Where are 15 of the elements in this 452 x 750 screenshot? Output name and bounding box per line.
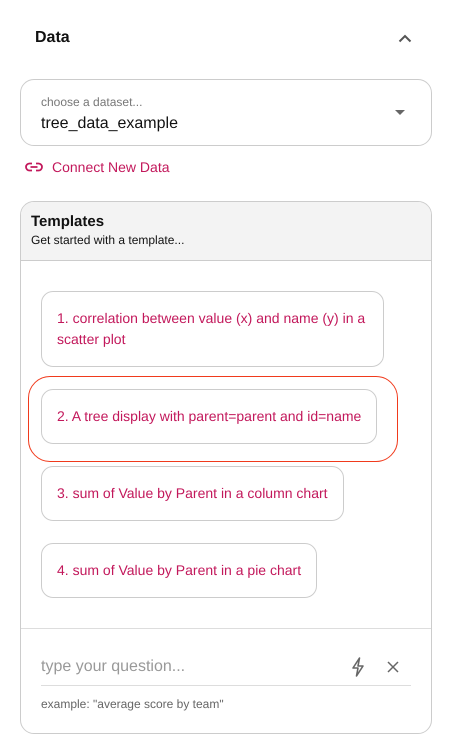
panel-title: Templates [31, 213, 106, 230]
template-button[interactable]: 4. sum of Value by Parent in a pie chart [41, 543, 318, 598]
lightning-icon[interactable] [351, 657, 365, 677]
template-button[interactable]: 3. sum of Value by Parent in a column chart [41, 466, 344, 521]
caret-icon [395, 110, 405, 115]
template-button[interactable]: 2. A tree display with parent=parent and id=name [41, 389, 378, 444]
section-title: Data [35, 29, 70, 47]
connect-data-link[interactable]: Connect New Data [25, 159, 170, 175]
close-icon[interactable] [387, 661, 399, 673]
chevron-up-icon [398, 34, 412, 42]
link-icon [25, 162, 43, 172]
dataset-select[interactable]: choose a dataset... tree_data_example [20, 79, 432, 146]
panel-subtitle: Get started with a template... [31, 233, 186, 247]
example-hint: example: "average score by team" [41, 697, 225, 711]
template-button[interactable]: 1. correlation between value (x) and name (y) in a scatter plot [41, 291, 384, 367]
